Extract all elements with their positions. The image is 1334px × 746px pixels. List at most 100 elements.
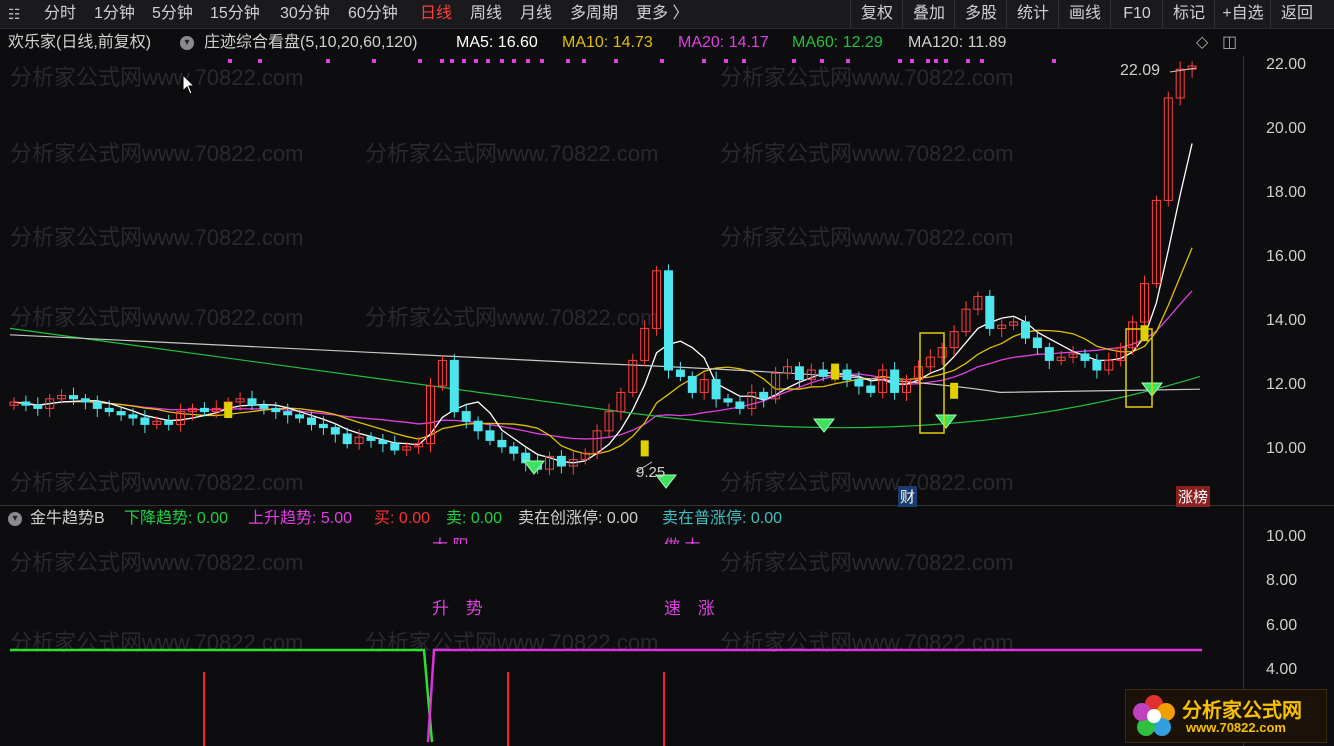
grid-menu-icon[interactable]: ☷ [8, 3, 21, 25]
candle [640, 320, 650, 367]
candle [21, 395, 31, 412]
finance-badge[interactable]: 财 [898, 486, 918, 507]
candle [80, 394, 90, 410]
candle [616, 387, 626, 421]
candlestick-chart[interactable] [0, 56, 1243, 506]
candle [985, 290, 995, 336]
flower-logo-icon [1133, 695, 1175, 736]
dot-marker [898, 59, 902, 63]
y-axis-label: 22.00 [1266, 56, 1307, 73]
candle [366, 432, 376, 448]
candle [556, 450, 566, 474]
tab-monthly[interactable]: 月线 [520, 3, 552, 25]
diamond-icon[interactable]: ◇ [1196, 31, 1208, 55]
dot-marker [418, 59, 422, 63]
candle [485, 424, 495, 446]
candle [675, 362, 685, 382]
signal-candle [224, 402, 233, 418]
dot-marker [566, 59, 570, 63]
ma10-line [13, 247, 1193, 455]
back-button[interactable]: 返回 [1270, 0, 1323, 28]
y-axis-label: 12.00 [1266, 376, 1307, 393]
signal-candle [950, 382, 959, 399]
fuquan-button[interactable]: 复权 [850, 0, 903, 28]
dot-marker [934, 59, 938, 63]
dot-marker [742, 59, 746, 63]
tab-daily[interactable]: 日线 [420, 3, 452, 25]
candle [9, 397, 19, 410]
signal-candle [1140, 325, 1149, 342]
tab-15min[interactable]: 15分钟 [210, 3, 260, 25]
dot-marker [980, 59, 984, 63]
axis-divider [1243, 56, 1244, 746]
candle [545, 451, 554, 476]
dot-marker [582, 59, 586, 63]
candle [854, 371, 864, 395]
indicator-name[interactable]: 庄迹综合看盘(5,10,20,60,120) [204, 31, 417, 55]
candle [92, 395, 102, 418]
add-watchlist-button[interactable]: +自选 [1214, 0, 1271, 28]
tab-weekly[interactable]: 周线 [470, 3, 502, 25]
min-price-label: 9.25 [636, 464, 666, 481]
tab-multi-period[interactable]: 多周期 [570, 3, 618, 25]
candle [33, 397, 43, 416]
draw-button[interactable]: 画线 [1058, 0, 1111, 28]
overlay-button[interactable]: 叠加 [902, 0, 955, 28]
ma20-label: MA20: 14.17 [678, 34, 769, 51]
candle [1092, 354, 1102, 379]
candle [628, 354, 638, 398]
panel-toggle-icon[interactable]: ◫ [1222, 31, 1237, 55]
mark-button[interactable]: 标记 [1162, 0, 1215, 28]
candle [390, 435, 400, 455]
candle [140, 410, 150, 434]
dot-marker [512, 59, 516, 63]
stats-button[interactable]: 统计 [1006, 0, 1059, 28]
sub-y-axis-label: 8.00 [1266, 572, 1298, 589]
buy-label: 买: 0.00 [374, 510, 431, 527]
ma120-label: MA120: 11.89 [908, 34, 1007, 51]
multi-stock-button[interactable]: 多股 [954, 0, 1007, 28]
candle [164, 414, 174, 431]
sub-y-axis-label: 4.00 [1266, 661, 1298, 678]
candle [723, 394, 733, 407]
top-dot-markers [228, 59, 1056, 63]
dot-marker [614, 59, 618, 63]
dot-marker [910, 59, 914, 63]
sub-indicator-name[interactable]: 金牛趋势B [30, 507, 105, 531]
tab-1min[interactable]: 1分钟 [94, 3, 135, 25]
signal-text-top-right: 做 大 [664, 532, 700, 544]
f10-button[interactable]: F10 [1110, 0, 1163, 28]
tab-fenshi[interactable]: 分时 [44, 3, 76, 25]
sub-y-axis-label: 6.00 [1266, 617, 1298, 634]
dot-marker [228, 59, 232, 63]
y-axis-label: 18.00 [1266, 184, 1307, 201]
dot-marker [1052, 59, 1056, 63]
dot-marker [820, 59, 824, 63]
rank-badge[interactable]: 涨榜 [1176, 486, 1211, 507]
down-trend-line [10, 648, 434, 743]
tab-60min[interactable]: 60分钟 [348, 3, 398, 25]
y-axis-label: 20.00 [1266, 120, 1307, 137]
dot-marker [702, 59, 706, 63]
dot-marker [372, 59, 376, 63]
indicator-toggle-icon[interactable]: ▾ [180, 31, 194, 55]
candle [318, 416, 328, 435]
y-axis-label: 10.00 [1266, 440, 1307, 457]
tab-5min[interactable]: 5分钟 [152, 3, 193, 25]
candle [235, 392, 245, 411]
trend-indicator-chart[interactable] [0, 530, 1243, 746]
candle [1175, 61, 1185, 106]
candle [735, 395, 745, 415]
sell-normal-label: 卖在普涨停: 0.00 [662, 510, 783, 527]
signal-candle [831, 363, 840, 380]
candle [1044, 342, 1054, 370]
down-trend-label: 下降趋势: 0.00 [124, 510, 229, 527]
tab-30min[interactable]: 30分钟 [280, 3, 330, 25]
sell-label: 卖: 0.00 [446, 510, 503, 527]
tab-more[interactable]: 更多 〉 [636, 3, 688, 25]
pane-divider[interactable] [0, 505, 1334, 506]
max-price-label: 22.09 [1120, 62, 1161, 79]
signal-text-shengshi: 升 势 [432, 599, 489, 618]
up-trend-label: 上升趋势: 5.00 [248, 510, 353, 527]
sub-indicator-toggle-icon[interactable]: ▾ [8, 507, 22, 531]
